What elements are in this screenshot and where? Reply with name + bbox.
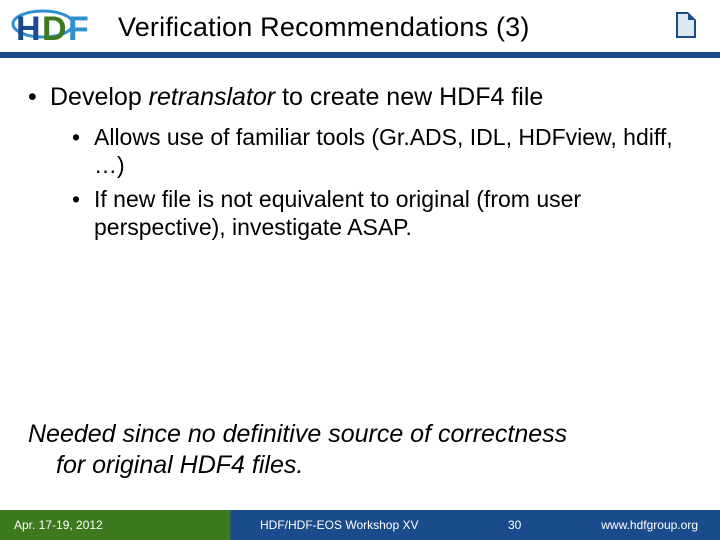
- slide-footer: Apr. 17-19, 2012 HDF/HDF-EOS Workshop XV…: [0, 510, 720, 540]
- note-line2: for original HDF4 files.: [28, 450, 692, 481]
- footer-venue: HDF/HDF-EOS Workshop XV: [260, 518, 418, 532]
- footer-url: www.hdfgroup.org: [601, 518, 698, 532]
- slide: H D F Verification Recommendations (3) •…: [0, 0, 720, 540]
- bullet-level2: •If new file is not equivalent to origin…: [72, 185, 692, 241]
- page-icon: [676, 12, 696, 38]
- main-text-post: to create new HDF4 file: [275, 83, 543, 111]
- bullet-dot: •: [72, 185, 94, 213]
- slide-header: H D F Verification Recommendations (3): [0, 0, 720, 58]
- main-text-pre: Develop: [50, 83, 149, 111]
- sub-bullets: •Allows use of familiar tools (Gr.ADS, I…: [72, 123, 692, 241]
- svg-text:H: H: [16, 10, 41, 48]
- slide-title: Verification Recommendations (3): [118, 12, 530, 43]
- bullet-level2: •Allows use of familiar tools (Gr.ADS, I…: [72, 123, 692, 179]
- hdf-logo-svg: H D F: [10, 6, 106, 50]
- note-line1: Needed since no definitive source of cor…: [28, 420, 567, 448]
- hdf-logo: H D F: [10, 6, 106, 55]
- bullet-dot: •: [28, 82, 50, 113]
- bullet-dot: •: [72, 123, 94, 151]
- sub2-text: If new file is not equivalent to origina…: [94, 186, 581, 240]
- note-text: Needed since no definitive source of cor…: [28, 419, 692, 480]
- bullet-level1: •Develop retranslator to create new HDF4…: [28, 82, 692, 113]
- footer-date: Apr. 17-19, 2012: [14, 518, 103, 532]
- svg-text:D: D: [42, 10, 67, 48]
- footer-page-number: 30: [508, 518, 521, 532]
- main-text-em: retranslator: [149, 83, 275, 111]
- sub1-text: Allows use of familiar tools (Gr.ADS, ID…: [94, 124, 673, 178]
- svg-text:F: F: [68, 10, 89, 48]
